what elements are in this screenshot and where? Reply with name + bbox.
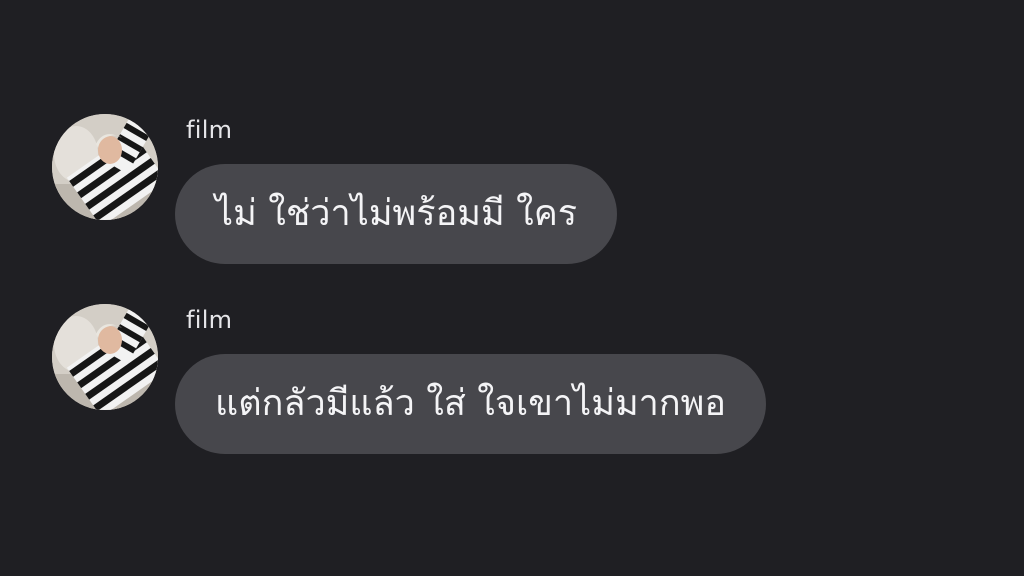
message-bubble[interactable]: แต่กลัวมีแล้ว ใส่ ใจเขาไม่มากพอ bbox=[175, 354, 767, 454]
sender-name: film bbox=[186, 306, 233, 334]
sender-name: film bbox=[186, 116, 233, 144]
profile-photo-icon bbox=[52, 114, 158, 220]
avatar[interactable] bbox=[52, 304, 158, 410]
message-row: film ไม่ ใช่ว่าไม่พร้อมมี ใคร bbox=[52, 112, 952, 272]
avatar[interactable] bbox=[52, 114, 158, 220]
chat-thread: film ไม่ ใช่ว่าไม่พร้อมมี ใคร film แต่กล… bbox=[0, 0, 1024, 576]
profile-photo-icon bbox=[52, 304, 158, 410]
message-bubble[interactable]: ไม่ ใช่ว่าไม่พร้อมมี ใคร bbox=[175, 164, 618, 264]
message-row: film แต่กลัวมีแล้ว ใส่ ใจเขาไม่มากพอ bbox=[52, 302, 952, 462]
